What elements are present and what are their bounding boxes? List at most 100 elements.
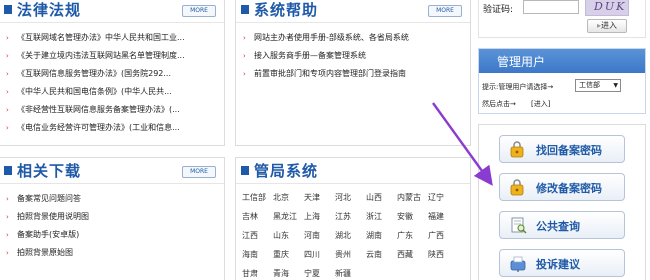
download-panel-header: 相关下载 MORE — [0, 158, 224, 184]
captcha-text: DUK — [594, 0, 627, 13]
bureau-link[interactable]: 广西 — [428, 226, 452, 245]
download-panel: 相关下载 MORE › 备案常见问题问答 › 拍照背景使用说明图 › 备案助手(安卓版… — [0, 157, 225, 280]
bureau-link[interactable]: 河南 — [304, 226, 328, 245]
bureau-link[interactable]: 吉林 — [242, 207, 266, 226]
more-button[interactable]: MORE — [182, 166, 216, 178]
bureau-link[interactable]: 青海 — [273, 264, 297, 280]
bureau-link[interactable]: 新疆 — [335, 264, 359, 280]
panel-title-bar — [241, 166, 249, 175]
bureau-row: 甘肃 青海 宁夏 新疆 — [242, 264, 466, 280]
admin-role-select[interactable]: 工信部 ▼ — [575, 79, 621, 92]
download-panel-title: 相关下载 — [17, 162, 82, 180]
arrow-bullet-icon: › — [6, 195, 9, 203]
list-item[interactable]: › 网站主办者使用手册-部级系统、各省局系统 — [243, 29, 470, 47]
login-panel: 验证码: DUK ▸进入 — [478, 0, 646, 38]
complaint-button[interactable]: 投诉建议 — [499, 249, 625, 277]
list-item[interactable]: › 前置审批部门和专项内容管理部门登录指南 — [243, 65, 470, 83]
list-item[interactable]: › 《中华人民共和国电信条例》(中华人民共... — [6, 83, 224, 101]
admin-hint-text-2: 然后点击→ — [482, 100, 516, 108]
bureau-link[interactable]: 广东 — [397, 226, 421, 245]
admin-hint-text: 提示:管理用户请选择→ — [482, 83, 554, 91]
bureau-link[interactable]: 江西 — [242, 226, 266, 245]
bureau-panel-header: 管局系统 — [236, 158, 470, 184]
change-password-button[interactable]: 修改备案密码 — [499, 173, 625, 201]
arrow-bullet-icon: › — [6, 70, 9, 78]
list-item[interactable]: › 接入服务商手册—备案管理系统 — [243, 47, 470, 65]
bureau-row: 海南 重庆 四川 贵州 云南 西藏 陕西 — [242, 245, 466, 264]
bureau-link[interactable]: 内蒙古 — [397, 188, 421, 207]
list-item[interactable]: › 《互联网域名管理办法》中华人民共和国工业... — [6, 29, 224, 47]
law-panel-title: 法律法规 — [17, 1, 82, 19]
list-item[interactable]: › 拍照背景原始图 — [6, 244, 224, 262]
bureau-link[interactable]: 安徽 — [397, 207, 421, 226]
bureau-link[interactable]: 重庆 — [273, 245, 297, 264]
action-panel: 找回备案密码 修改备案密码 公共查询 投诉建议 — [478, 124, 646, 280]
bureau-panel-title: 管局系统 — [254, 162, 319, 180]
arrow-bullet-icon: › — [6, 34, 9, 42]
bureau-link[interactable]: 湖南 — [366, 226, 390, 245]
bureau-link[interactable]: 黑龙江 — [273, 207, 297, 226]
bureau-link[interactable]: 甘肃 — [242, 264, 266, 280]
bureau-link[interactable]: 北京 — [273, 188, 297, 207]
bureau-link[interactable]: 山西 — [366, 188, 390, 207]
list-item[interactable]: › 备案助手(安卓版) — [6, 226, 224, 244]
captcha-image[interactable]: DUK — [585, 0, 629, 16]
mailbox-icon — [510, 256, 526, 272]
help-panel: 系统帮助 MORE › 网站主办者使用手册-部级系统、各省局系统 › 接入服务商手册… — [235, 0, 471, 146]
complaint-label: 投诉建议 — [536, 258, 580, 271]
bureau-link[interactable]: 贵州 — [335, 245, 359, 264]
arrow-bullet-icon: › — [6, 52, 9, 60]
list-item[interactable]: › 备案常见问题问答 — [6, 190, 224, 208]
law-list: › 《互联网域名管理办法》中华人民共和国工业... › 《关于建立境内违法互联网站黑… — [0, 29, 224, 137]
admin-panel-header: 管理用户 — [479, 49, 645, 73]
bureau-row: 吉林 黑龙江 上海 江苏 浙江 安徽 福建 — [242, 207, 466, 226]
panel-title-bar — [4, 5, 12, 14]
bureau-link[interactable]: 江苏 — [335, 207, 359, 226]
bureau-link[interactable]: 陕西 — [428, 245, 452, 264]
more-button[interactable]: MORE — [428, 5, 462, 17]
admin-enter-link[interactable]: [进入] — [531, 99, 550, 109]
bureau-link[interactable]: 上海 — [304, 207, 328, 226]
bureau-panel: 管局系统 工信部 北京 天津 河北 山西 内蒙古 辽宁 吉林 黑龙江 上海 江苏… — [235, 157, 471, 280]
list-item[interactable]: › 《非经营性互联网信息服务备案管理办法》(... — [6, 101, 224, 119]
bureau-link[interactable]: 浙江 — [366, 207, 390, 226]
bureau-link[interactable]: 福建 — [428, 207, 452, 226]
law-panel: 法律法规 MORE › 《互联网域名管理办法》中华人民共和国工业... › 《关于建… — [0, 0, 225, 146]
more-button[interactable]: MORE — [182, 5, 216, 17]
bureau-link[interactable]: 山东 — [273, 226, 297, 245]
help-panel-header: 系统帮助 MORE — [236, 0, 470, 23]
lock-icon — [510, 179, 524, 196]
chevron-down-icon: ▼ — [613, 82, 618, 89]
public-query-button[interactable]: 公共查询 — [499, 211, 625, 239]
public-query-label: 公共查询 — [536, 220, 580, 233]
admin-panel-title: 管理用户 — [497, 55, 546, 69]
list-item[interactable]: › 《互联网信息服务管理办法》(国务院292... — [6, 65, 224, 83]
download-list: › 备案常见问题问答 › 拍照背景使用说明图 › 备案助手(安卓版) › 拍照背景原始图 — [0, 190, 224, 262]
bureau-link[interactable]: 宁夏 — [304, 264, 328, 280]
change-password-label: 修改备案密码 — [536, 182, 602, 195]
arrow-bullet-icon: › — [243, 70, 246, 78]
bureau-link[interactable]: 云南 — [366, 245, 390, 264]
bureau-link[interactable]: 四川 — [304, 245, 328, 264]
arrow-bullet-icon: › — [6, 231, 9, 239]
list-item[interactable]: › 拍照背景使用说明图 — [6, 208, 224, 226]
list-item[interactable]: › 《电信业务经营许可管理办法》(工业和信息... — [6, 119, 224, 137]
panel-title-bar — [4, 166, 12, 175]
bureau-link[interactable]: 天津 — [304, 188, 328, 207]
enter-button[interactable]: ▸进入 — [587, 19, 627, 33]
bureau-link[interactable]: 西藏 — [397, 245, 421, 264]
arrow-bullet-icon: › — [243, 34, 246, 42]
list-item[interactable]: › 《关于建立境内违法互联网站黑名单管理制度... — [6, 47, 224, 65]
arrow-bullet-icon: › — [6, 124, 9, 132]
bureau-link[interactable]: 海南 — [242, 245, 266, 264]
recover-password-button[interactable]: 找回备案密码 — [499, 135, 625, 163]
bureau-link[interactable]: 工信部 — [242, 188, 266, 207]
bureau-link[interactable]: 河北 — [335, 188, 359, 207]
search-doc-icon — [511, 217, 527, 234]
bureau-row: 江西 山东 河南 湖北 湖南 广东 广西 — [242, 226, 466, 245]
bureau-link[interactable]: 湖北 — [335, 226, 359, 245]
arrow-bullet-icon: › — [6, 106, 9, 114]
bureau-link[interactable]: 辽宁 — [428, 188, 452, 207]
captcha-input[interactable] — [523, 0, 579, 14]
help-panel-title: 系统帮助 — [254, 1, 319, 19]
